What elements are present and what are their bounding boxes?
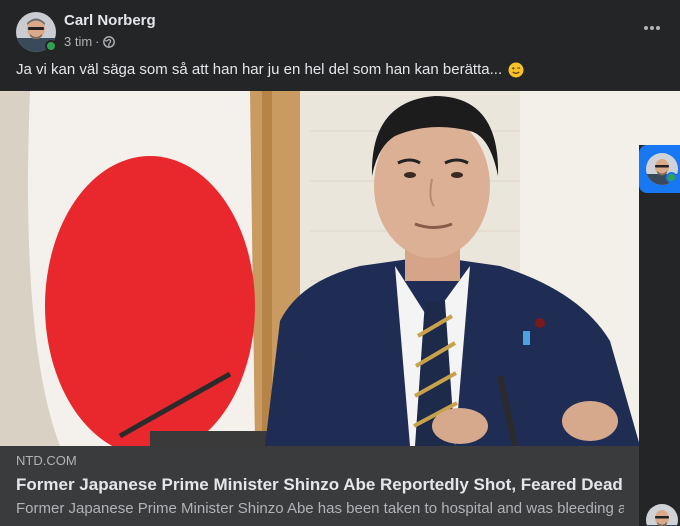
more-options-button[interactable]: [642, 18, 662, 38]
link-preview-card[interactable]: NTD.COM Former Japanese Prime Minister S…: [0, 446, 640, 526]
author-name[interactable]: Carl Norberg: [64, 12, 156, 30]
post-header: Carl Norberg 3 tim ·: [16, 12, 156, 52]
chat-head-active[interactable]: [639, 145, 680, 193]
post-meta: Carl Norberg 3 tim ·: [64, 12, 156, 50]
chat-sidebar: [639, 145, 680, 526]
winking-face-icon: [508, 62, 524, 78]
more-horizontal-icon: [644, 26, 660, 30]
post-message: Ja vi kan väl säga som så att han har ju…: [16, 61, 503, 78]
link-preview-image[interactable]: [0, 91, 680, 446]
link-description: Former Japanese Prime Minister Shinzo Ab…: [16, 500, 624, 517]
separator-dot: ·: [95, 34, 100, 49]
link-source: NTD.COM: [16, 453, 77, 468]
post-timestamp[interactable]: 3 tim: [64, 34, 92, 50]
link-headline[interactable]: Former Japanese Prime Minister Shinzo Ab…: [16, 475, 624, 495]
globe-icon[interactable]: [102, 36, 115, 48]
author-avatar[interactable]: [16, 12, 57, 52]
post-subline: 3 tim ·: [64, 34, 156, 50]
online-status-dot: [45, 40, 57, 52]
chat-online-dot: [666, 172, 677, 183]
feed-post: Carl Norberg 3 tim · Ja vi kan väl säga …: [0, 0, 680, 526]
post-text: Ja vi kan väl säga som så att han har ju…: [16, 60, 524, 80]
